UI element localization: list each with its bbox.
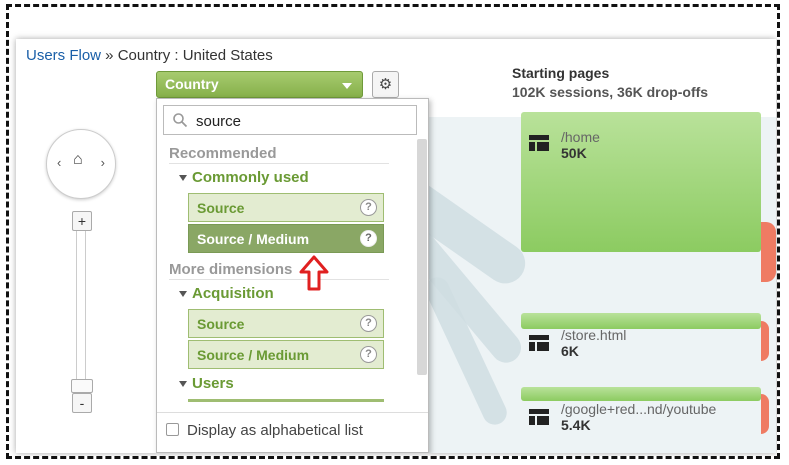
dimension-option-label: Source	[197, 200, 245, 216]
flow-node-home[interactable]	[521, 112, 761, 252]
node-label: /home 50K	[561, 129, 600, 161]
group-title-label: Acquisition	[192, 285, 274, 302]
zoom-in-button[interactable]: +	[72, 211, 92, 231]
node-value: 50K	[561, 145, 587, 161]
flow-node-youtube[interactable]	[521, 387, 761, 401]
dropoff-bar[interactable]	[761, 222, 776, 282]
dimension-label: Country	[165, 76, 219, 92]
column-subtitle: 102K sessions, 36K drop-offs	[512, 84, 709, 100]
dimension-option-label: Source	[197, 316, 245, 332]
dimension-option-source[interactable]: Source ?	[188, 193, 384, 222]
expand-triangle-icon	[179, 291, 187, 298]
dimension-option-label: Source / Medium	[197, 347, 310, 363]
breadcrumb: Users Flow » Country : United States	[26, 47, 273, 64]
flow-node-store[interactable]	[521, 313, 761, 329]
breadcrumb-link-users-flow[interactable]: Users Flow	[26, 47, 101, 64]
search-icon	[173, 113, 188, 128]
help-icon[interactable]: ?	[360, 199, 377, 216]
zoom-out-button[interactable]: -	[72, 393, 92, 413]
alphabetical-list-label[interactable]: Display as alphabetical list	[187, 422, 363, 439]
dropdown-footer: Display as alphabetical list	[157, 412, 428, 452]
expand-triangle-icon	[179, 381, 187, 388]
group-title-acquisition[interactable]: Acquisition	[179, 285, 274, 302]
dropoff-bar[interactable]	[761, 321, 769, 361]
screenshot-frame: Users Flow » Country : United States Sta…	[6, 4, 780, 459]
list-item-partial	[188, 399, 384, 402]
help-icon[interactable]: ?	[360, 315, 377, 332]
node-value: 5.4K	[561, 417, 591, 433]
page-icon	[529, 335, 549, 351]
page-icon	[529, 135, 549, 151]
expand-triangle-icon	[179, 175, 187, 182]
dropoff-bar[interactable]	[761, 394, 769, 434]
pan-right-icon[interactable]: ›	[101, 155, 105, 170]
group-title-users[interactable]: Users	[179, 375, 234, 392]
dimension-search-box[interactable]	[163, 105, 417, 135]
group-title-label: Commonly used	[192, 169, 309, 186]
dropdown-scrollbar[interactable]	[417, 139, 427, 375]
node-value: 6K	[561, 343, 579, 359]
dimension-option-source-medium[interactable]: Source / Medium ?	[188, 224, 384, 253]
node-label: /google+red...nd/youtube 5.4K	[561, 401, 716, 433]
zoom-slider-handle[interactable]	[71, 379, 93, 393]
column-header: Starting pages 102K sessions, 36K drop-o…	[512, 65, 708, 100]
dimension-option-label: Source / Medium	[197, 231, 310, 247]
dimension-option-source[interactable]: Source ?	[188, 309, 384, 338]
users-flow-panel: Users Flow » Country : United States Sta…	[16, 39, 776, 453]
breadcrumb-current: Country : United States	[117, 47, 273, 64]
page-icon	[529, 409, 549, 425]
dimension-search-input[interactable]	[194, 110, 409, 132]
dimension-option-source-medium[interactable]: Source / Medium ?	[188, 340, 384, 369]
settings-button[interactable]: ⚙	[372, 71, 399, 98]
section-title-more-dimensions: More dimensions	[169, 261, 389, 280]
node-label: /store.html 6K	[561, 327, 626, 359]
dimension-dropdown-button[interactable]: Country	[156, 71, 363, 98]
home-icon[interactable]: ⌂	[73, 151, 83, 169]
section-title-recommended: Recommended	[169, 145, 389, 164]
alphabetical-list-checkbox[interactable]	[166, 423, 179, 436]
highlight-arrow-icon	[299, 255, 329, 291]
help-icon[interactable]: ?	[360, 230, 377, 247]
pan-left-icon[interactable]: ‹	[57, 155, 61, 170]
node-name: /store.html	[561, 327, 627, 343]
node-name: /google+red...nd/youtube	[561, 401, 717, 417]
gear-icon: ⚙	[378, 76, 393, 93]
caret-down-icon	[342, 83, 352, 89]
breadcrumb-separator: »	[101, 47, 118, 64]
zoom-slider-track[interactable]	[76, 217, 86, 387]
help-icon[interactable]: ?	[360, 346, 377, 363]
node-name: /home	[561, 129, 600, 145]
pan-control[interactable]: ‹ ⌂ ›	[46, 129, 116, 199]
dimension-dropdown-menu: Recommended Commonly used Source ? Sourc…	[156, 98, 429, 453]
group-title-commonly-used[interactable]: Commonly used	[179, 169, 309, 186]
column-title: Starting pages	[512, 65, 610, 81]
group-title-label: Users	[192, 375, 234, 392]
